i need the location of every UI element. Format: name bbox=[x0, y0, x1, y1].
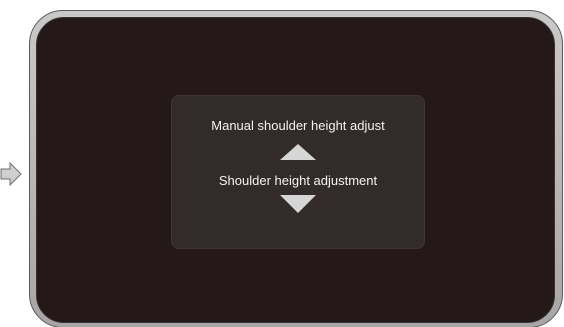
shoulder-height-panel: Manual shoulder height adjust Shoulder h… bbox=[171, 95, 425, 249]
triangle-down-icon[interactable] bbox=[280, 195, 316, 213]
pointer-arrow-icon bbox=[0, 161, 22, 187]
shoulder-height-adjustment-label: Shoulder height adjustment bbox=[218, 173, 378, 188]
triangle-up-icon[interactable] bbox=[280, 144, 316, 160]
panel-title: Manual shoulder height adjust bbox=[211, 118, 385, 133]
display-stage: Manual shoulder height adjust Shoulder h… bbox=[0, 0, 564, 327]
